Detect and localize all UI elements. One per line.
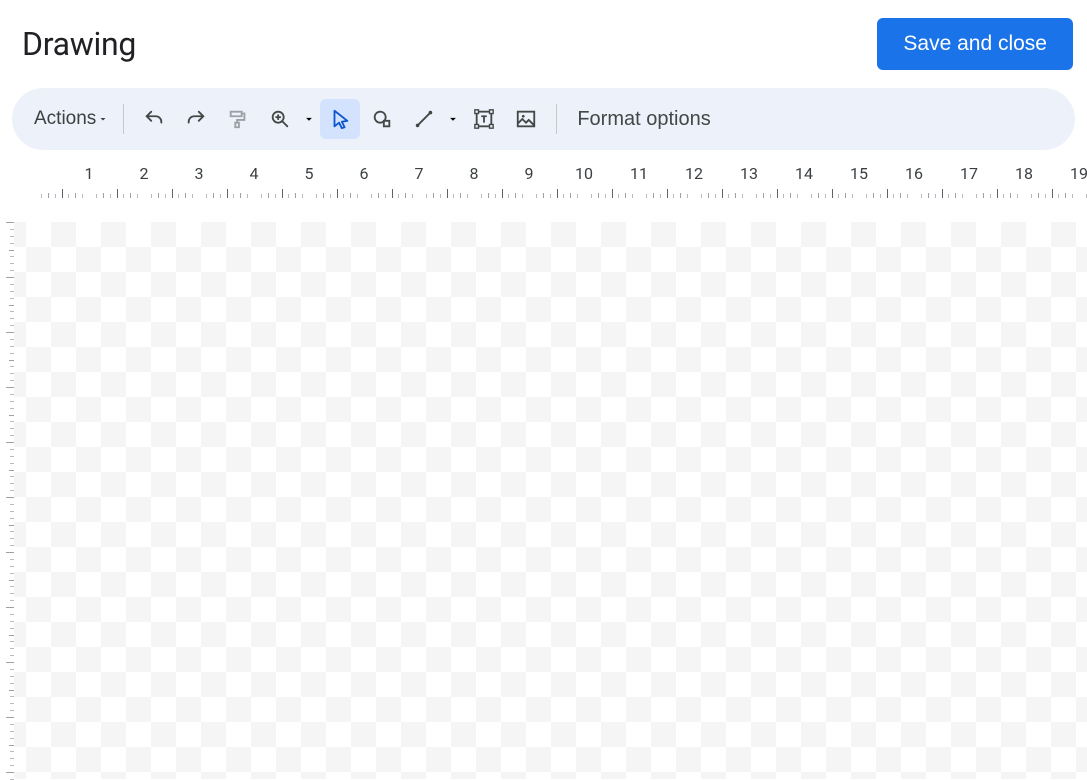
caret-down-icon (446, 112, 460, 126)
line-icon (413, 108, 435, 130)
ruler-number: 13 (740, 164, 758, 183)
horizontal-ruler: 12345678910111213141516171819 (0, 164, 1087, 198)
header: Drawing Save and close (0, 0, 1087, 88)
toolbar: Actions (12, 88, 1075, 150)
cursor-icon (329, 108, 351, 130)
ruler-number: 11 (630, 164, 648, 183)
text-box-icon (473, 108, 495, 130)
zoom-icon (269, 108, 291, 130)
shape-button[interactable] (362, 99, 402, 139)
ruler-number: 16 (905, 164, 923, 183)
redo-button[interactable] (176, 99, 216, 139)
paint-roller-icon (227, 108, 249, 130)
ruler-number: 7 (415, 164, 424, 183)
ruler-number: 2 (140, 164, 149, 183)
format-options-button[interactable]: Format options (573, 102, 714, 137)
zoom-button[interactable] (260, 99, 300, 139)
ruler-number: 4 (250, 164, 259, 183)
ruler-number: 6 (360, 164, 369, 183)
caret-down-icon (302, 112, 316, 126)
image-button[interactable] (506, 99, 546, 139)
actions-label: Actions (34, 108, 96, 130)
ruler-number: 14 (795, 164, 813, 183)
line-caret[interactable] (444, 99, 462, 139)
line-button[interactable] (404, 99, 444, 139)
ruler-number: 3 (195, 164, 204, 183)
drawing-canvas[interactable] (14, 222, 1087, 779)
line-dropdown[interactable] (404, 99, 462, 139)
shape-icon (371, 108, 393, 130)
undo-icon (143, 108, 165, 130)
separator (123, 104, 124, 134)
ruler-number: 17 (960, 164, 978, 183)
ruler-number: 12 (685, 164, 703, 183)
zoom-caret[interactable] (300, 99, 318, 139)
ruler-number: 1 (85, 164, 94, 183)
ruler-number: 9 (525, 164, 534, 183)
ruler-number: 10 (575, 164, 593, 183)
separator (556, 104, 557, 134)
ruler-number: 5 (305, 164, 314, 183)
vertical-ruler (0, 222, 14, 779)
redo-icon (185, 108, 207, 130)
caret-down-icon (97, 113, 109, 125)
select-tool-button[interactable] (320, 99, 360, 139)
ruler-number: 15 (850, 164, 868, 183)
undo-button[interactable] (134, 99, 174, 139)
ruler-number: 18 (1015, 164, 1033, 183)
image-icon (515, 108, 537, 130)
actions-menu-button[interactable]: Actions (30, 102, 113, 136)
paint-format-button[interactable] (218, 99, 258, 139)
save-and-close-button[interactable]: Save and close (877, 18, 1073, 70)
ruler-number: 19 (1070, 164, 1087, 183)
dialog-title: Drawing (22, 25, 136, 63)
ruler-number: 8 (470, 164, 479, 183)
text-box-button[interactable] (464, 99, 504, 139)
zoom-dropdown[interactable] (260, 99, 318, 139)
